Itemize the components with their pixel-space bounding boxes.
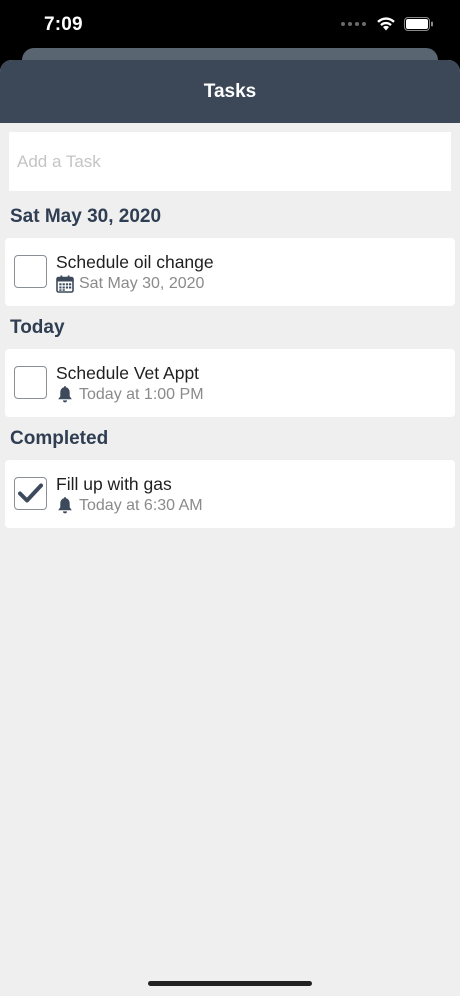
add-task-input[interactable] [9,132,451,191]
task-title: Fill up with gas [56,474,172,494]
task-meta-text: Today at 6:30 AM [79,497,203,514]
section-header-date: Sat May 30, 2020 [10,206,162,227]
task-checkbox-checked[interactable] [14,477,47,510]
section-header-completed: Completed [10,428,109,449]
task-title: Schedule oil change [56,252,214,272]
task-meta: Sat May 30, 2020 [56,275,204,293]
status-time: 7:09 [44,14,83,35]
task-row[interactable]: Fill up with gas Today at 6:30 AM [5,460,455,528]
bell-icon [56,386,74,404]
task-meta-text: Sat May 30, 2020 [79,275,205,292]
bell-icon [56,497,74,515]
task-title: Schedule Vet Appt [56,363,200,383]
task-meta: Today at 1:00 PM [56,386,204,404]
task-checkbox[interactable] [14,255,47,288]
wifi-icon [377,17,395,31]
tasks-sheet: Tasks Sat May 30, 2020 Schedule oil chan… [0,60,460,996]
task-meta: Today at 6:30 AM [56,497,203,515]
section-header-today: Today [10,317,65,338]
task-row[interactable]: Schedule oil change Sat May 30, 2020 [5,238,455,306]
calendar-icon [56,275,74,293]
checkmark-icon [18,483,43,503]
nav-bar: Tasks [0,60,460,123]
page-title: Tasks [203,80,257,102]
status-icons [341,16,434,31]
status-bar: 7:09 [0,0,460,52]
battery-icon [404,16,433,31]
home-indicator[interactable] [148,981,312,986]
task-row[interactable]: Schedule Vet Appt Today at 1:00 PM [5,349,455,417]
task-meta-text: Today at 1:00 PM [79,386,204,403]
signal-icon [341,21,366,26]
task-checkbox[interactable] [14,366,47,399]
